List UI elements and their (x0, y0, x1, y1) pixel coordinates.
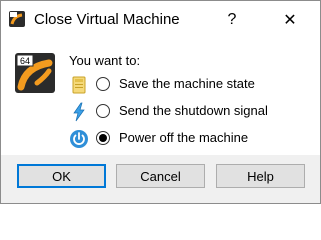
context-help-button[interactable]: ? (209, 1, 255, 39)
radio-save-state[interactable] (96, 77, 110, 91)
prompt-label: You want to: (69, 53, 141, 68)
help-button[interactable]: Help (216, 164, 305, 188)
badge-64: 64 (20, 56, 30, 66)
dialog-body: 64 You want to: Save the machine state S… (1, 39, 320, 155)
save-state-icon (72, 76, 86, 94)
option-power-off[interactable]: Power off the machine (69, 128, 309, 150)
title-bar: Close Virtual Machine ? ✕ (1, 1, 320, 39)
option-shutdown-signal[interactable]: Send the shutdown signal (69, 101, 309, 123)
radio-shutdown-signal[interactable] (96, 104, 110, 118)
ok-button[interactable]: OK (17, 164, 106, 188)
option-save-state[interactable]: Save the machine state (69, 74, 309, 96)
window-title: Close Virtual Machine (34, 11, 180, 28)
option-label[interactable]: Power off the machine (119, 130, 248, 145)
cancel-button[interactable]: Cancel (116, 164, 205, 188)
virtualbox-64-icon: 64 (15, 53, 55, 93)
option-label[interactable]: Save the machine state (119, 76, 255, 91)
close-window-button[interactable]: ✕ (267, 1, 313, 39)
virtualbox-app-icon (9, 11, 25, 27)
radio-power-off[interactable] (96, 131, 110, 145)
shutdown-signal-icon (73, 102, 85, 122)
power-off-icon (70, 130, 88, 148)
option-label[interactable]: Send the shutdown signal (119, 103, 268, 118)
close-vm-dialog: Close Virtual Machine ? ✕ 64 You want to… (0, 0, 321, 204)
